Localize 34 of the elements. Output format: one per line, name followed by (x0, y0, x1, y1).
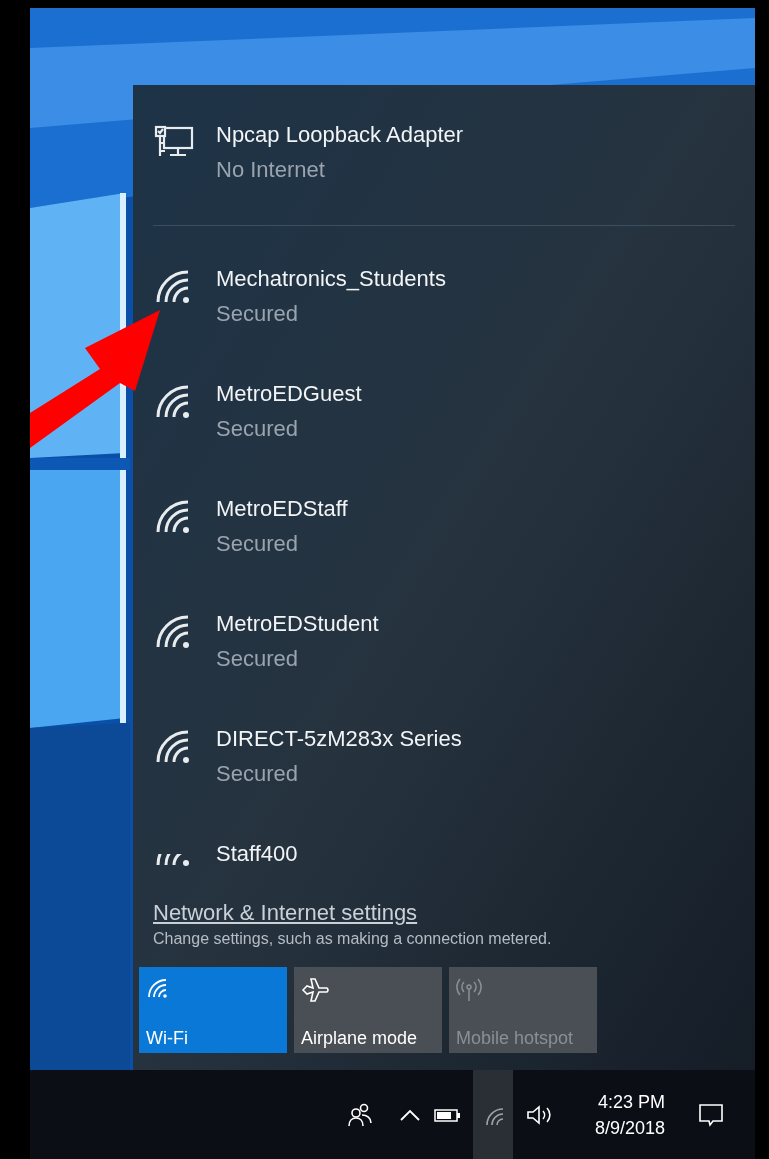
network-connection-item[interactable]: Npcap Loopback Adapter No Internet (133, 85, 755, 225)
network-status: Secured (216, 300, 299, 328)
network-name: DIRECT-5zM283x Series (216, 725, 462, 753)
people-icon[interactable] (347, 1101, 373, 1128)
network-name: MetroEDStudent (216, 610, 379, 638)
network-status: No Internet (216, 156, 326, 184)
wifi-tray-button[interactable] (473, 1070, 513, 1159)
network-name: Npcap Loopback Adapter (216, 121, 464, 149)
clock-date[interactable]: 8/9/2018 (594, 1114, 665, 1141)
wifi-icon (146, 977, 170, 1001)
hotspot-icon (456, 977, 482, 1003)
network-name: Staff400 (216, 840, 298, 868)
network-status: Secured (216, 415, 299, 443)
settings-hint: Change settings, such as making a connection metered. (153, 929, 553, 949)
clock-time[interactable]: 4:23 PM (597, 1088, 665, 1115)
notification-icon[interactable] (697, 1101, 725, 1128)
airplane-icon (301, 977, 329, 1003)
chevron-up-icon[interactable] (399, 1107, 421, 1122)
network-status: Secured (216, 530, 299, 558)
wifi-network-item[interactable]: MetroEDStaff Secured (133, 489, 755, 604)
network-status: Secured (216, 760, 299, 788)
wifi-network-item[interactable]: MetroEDStudent Secured (133, 604, 755, 719)
wifi-network-item[interactable]: DIRECT-5zM283x Series Secured (133, 719, 755, 834)
wifi-toggle[interactable]: Wi-Fi (139, 967, 287, 1053)
wifi-network-item[interactable]: Staff400 (133, 834, 755, 897)
wifi-network-item[interactable]: Mechatronics_Students Secured (133, 259, 755, 374)
network-status: Secured (216, 645, 299, 673)
wifi-network-item[interactable]: MetroEDGuest Secured (133, 374, 755, 489)
battery-icon[interactable] (433, 1106, 461, 1123)
network-name: MetroEDStaff (216, 495, 348, 523)
settings-link[interactable]: Network & Internet settings (153, 899, 418, 927)
airplane-toggle[interactable]: Airplane mode (294, 967, 442, 1053)
network-name: Mechatronics_Students (216, 265, 446, 293)
network-name: MetroEDGuest (216, 380, 362, 408)
